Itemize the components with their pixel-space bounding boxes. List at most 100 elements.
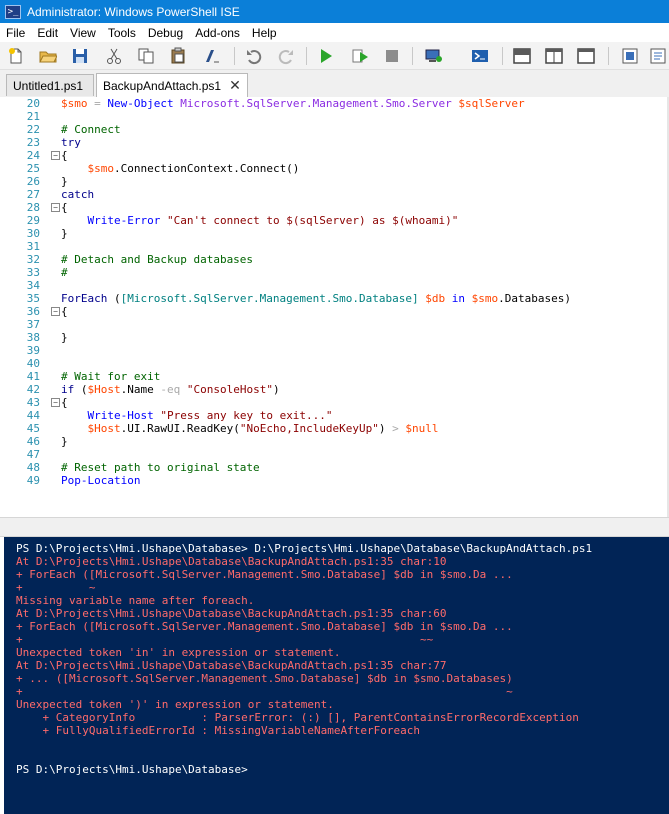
code-line[interactable]: 20 $smo = New-Object Microsoft.SqlServer.… — [0, 97, 669, 110]
open-icon[interactable] — [38, 46, 58, 66]
code-text: # Wait for exit — [61, 370, 160, 383]
cut-icon[interactable] — [104, 46, 124, 66]
collapse-icon[interactable]: − — [51, 307, 60, 316]
code-token: .Name — [120, 383, 161, 396]
code-line[interactable]: 29 Write-Error "Can't connect to $(sqlSe… — [0, 214, 669, 227]
code-line[interactable]: 41 # Wait for exit — [0, 370, 669, 383]
code-line[interactable]: 38} — [0, 331, 669, 344]
code-line[interactable]: 39 — [0, 344, 669, 357]
code-line[interactable]: 46} — [0, 435, 669, 448]
console-line: + CategoryInfo : ParserError: (:) [], Pa… — [16, 711, 579, 724]
code-text: { — [61, 305, 68, 318]
clear-console-icon[interactable] — [202, 46, 222, 66]
code-line[interactable]: 35 ForEach ([Microsoft.SqlServer.Manageme… — [0, 292, 669, 305]
code-token: } — [61, 227, 68, 240]
code-token: catch — [61, 188, 95, 201]
code-text: # Detach and Backup databases — [61, 253, 253, 266]
menu-add-ons[interactable]: Add-ons — [189, 26, 246, 40]
line-number: 21 — [26, 110, 40, 123]
code-line[interactable]: 40 — [0, 357, 669, 370]
menu-file[interactable]: File — [0, 26, 31, 40]
code-token: { — [61, 149, 68, 162]
code-token: $db — [425, 292, 446, 305]
code-line[interactable]: 36 −{ — [0, 305, 669, 318]
stop-icon[interactable] — [382, 46, 402, 66]
tab-label: BackupAndAttach.ps1 — [103, 78, 222, 93]
line-number: 22 — [26, 123, 40, 136]
layout-max-icon[interactable] — [576, 46, 596, 66]
close-icon[interactable]: ✕ — [229, 77, 241, 94]
line-number: 41 — [26, 370, 40, 383]
undo-icon[interactable] — [244, 46, 264, 66]
menu-debug[interactable]: Debug — [142, 26, 189, 40]
code-line[interactable]: 33 # — [0, 266, 669, 279]
code-line[interactable]: 49 Pop-Location — [0, 474, 669, 487]
pane-splitter[interactable] — [0, 517, 669, 537]
console-line: Unexpected token ')' in expression or st… — [16, 698, 334, 711]
tab-backupandattach[interactable]: BackupAndAttach.ps1 ✕ — [96, 73, 248, 97]
code-text: } — [61, 227, 68, 240]
menu-edit[interactable]: Edit — [31, 26, 64, 40]
code-line[interactable]: 26} — [0, 175, 669, 188]
show-command-icon[interactable] — [648, 46, 668, 66]
code-line[interactable]: 23 try — [0, 136, 669, 149]
powershell-icon[interactable] — [470, 46, 490, 66]
code-line[interactable]: 21 — [0, 110, 669, 123]
console-line: + ~ — [16, 685, 513, 698]
run-selection-icon[interactable] — [350, 46, 370, 66]
code-line[interactable]: 44 Write-Host "Press any key to exit..." — [0, 409, 669, 422]
code-line[interactable]: 28 −{ — [0, 201, 669, 214]
collapse-icon[interactable]: − — [51, 398, 60, 407]
code-token: ) — [272, 383, 280, 396]
code-token: ( — [74, 383, 88, 396]
redo-icon[interactable] — [276, 46, 296, 66]
code-token: $Host — [87, 383, 121, 396]
tab-untitled1[interactable]: Untitled1.ps1 — [6, 74, 94, 96]
code-line[interactable]: 27 catch — [0, 188, 669, 201]
code-line[interactable]: 45 $Host.UI.RawUI.ReadKey("NoEcho,Includ… — [0, 422, 669, 435]
line-number: 38 — [26, 331, 40, 344]
code-line[interactable]: 37 — [0, 318, 669, 331]
remote-powershell-icon[interactable] — [424, 46, 444, 66]
code-token: .ConnectionContext.Connect() — [114, 162, 300, 175]
code-line[interactable]: 47 — [0, 448, 669, 461]
console-line: At D:\Projects\Hmi.Ushape\Database\Backu… — [16, 659, 447, 672]
code-text: catch — [61, 188, 94, 201]
script-editor[interactable]: 20 $smo = New-Object Microsoft.SqlServer.… — [0, 97, 669, 517]
copy-icon[interactable] — [136, 46, 156, 66]
line-number: 42 — [26, 383, 40, 396]
code-line[interactable]: 22 # Connect — [0, 123, 669, 136]
menu-tools[interactable]: Tools — [102, 26, 142, 40]
code-text: { — [61, 201, 68, 214]
collapse-icon[interactable]: − — [51, 203, 60, 212]
code-token: Pop-Location — [61, 474, 141, 487]
menu-help[interactable]: Help — [246, 26, 283, 40]
line-number: 37 — [26, 318, 40, 331]
show-addon-icon[interactable] — [620, 46, 640, 66]
console-line: + FullyQualifiedErrorId : MissingVariabl… — [16, 724, 420, 737]
console-line: Unexpected token 'in' in expression or s… — [16, 646, 341, 659]
console-pane[interactable]: PS D:\Projects\Hmi.Ushape\Database> D:\P… — [4, 537, 669, 814]
code-line[interactable]: 42 if ($Host.Name -eq "ConsoleHost") — [0, 383, 669, 396]
code-line[interactable]: 30} — [0, 227, 669, 240]
code-line[interactable]: 24 −{ — [0, 149, 669, 162]
code-line[interactable]: 34 — [0, 279, 669, 292]
layout-right-icon[interactable] — [544, 46, 564, 66]
code-line[interactable]: 48 # Reset path to original state — [0, 461, 669, 474]
save-icon[interactable] — [70, 46, 90, 66]
code-line[interactable]: 32 # Detach and Backup databases — [0, 253, 669, 266]
run-icon[interactable] — [316, 46, 336, 66]
new-icon[interactable] — [6, 46, 26, 66]
layout-top-icon[interactable] — [512, 46, 532, 66]
console-line: + ~~ — [16, 633, 434, 646]
code-text: $Host.UI.RawUI.ReadKey("NoEcho,IncludeKe… — [61, 422, 439, 435]
code-line[interactable]: 31 — [0, 240, 669, 253]
code-line[interactable]: 25 $smo.ConnectionContext.Connect() — [0, 162, 669, 175]
code-text: try — [61, 136, 81, 149]
paste-icon[interactable] — [168, 46, 188, 66]
collapse-icon[interactable]: − — [51, 151, 60, 160]
menu-view[interactable]: View — [64, 26, 102, 40]
code-line[interactable]: 43 −{ — [0, 396, 669, 409]
code-token: $smo — [471, 292, 499, 305]
